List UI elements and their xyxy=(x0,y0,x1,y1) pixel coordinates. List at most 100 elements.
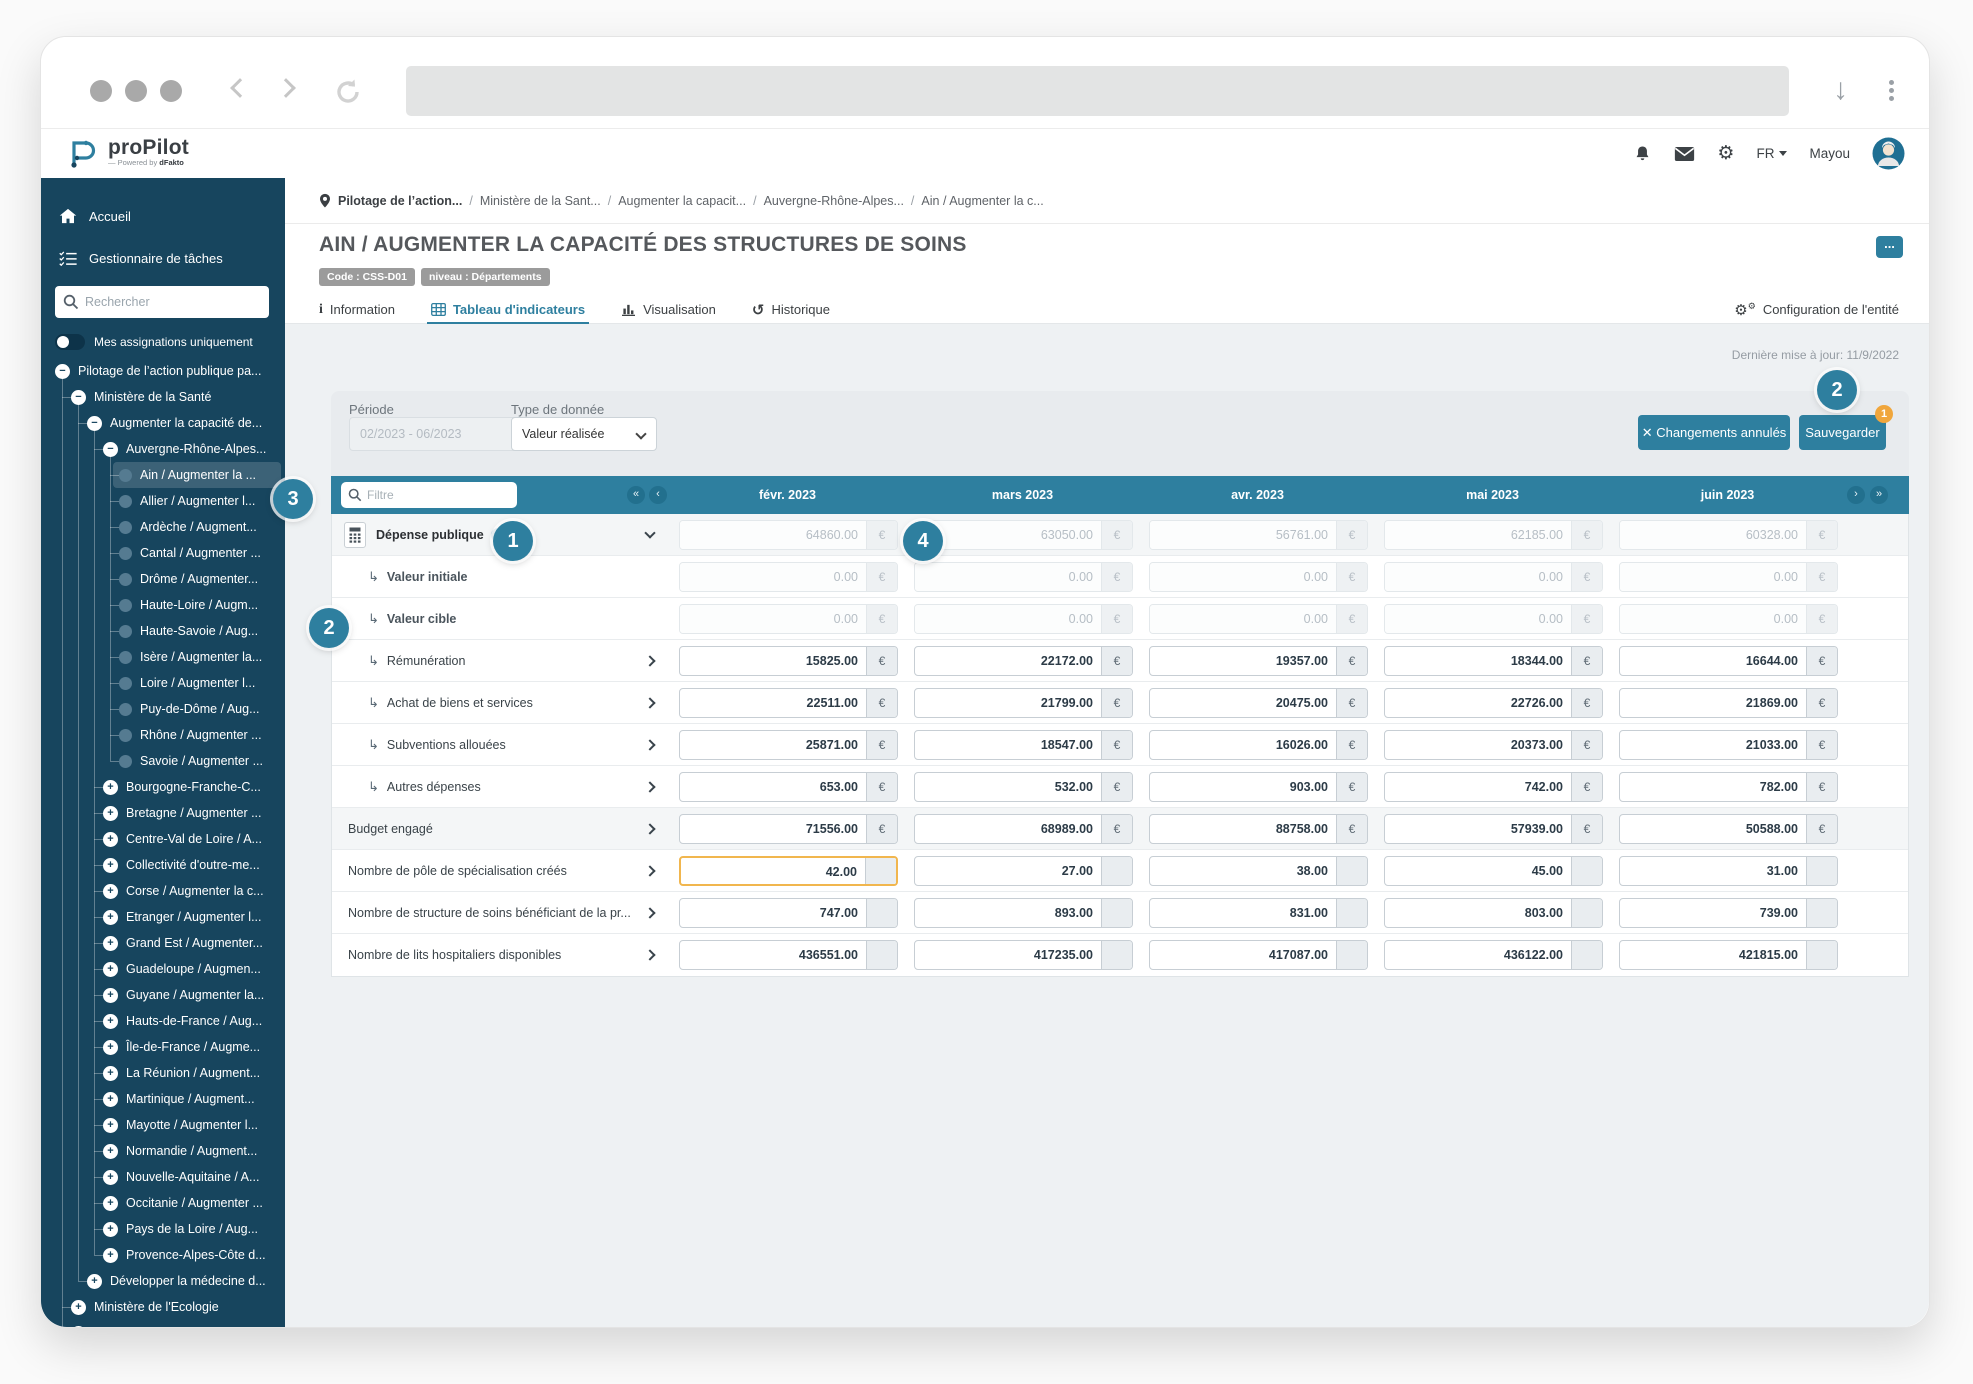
expand-icon[interactable]: + xyxy=(103,1196,118,1211)
value-cell[interactable]: 16026.00 xyxy=(1150,731,1336,759)
tree-leaf-dot-icon[interactable] xyxy=(119,651,132,664)
settings-gear-icon[interactable]: ⚙ xyxy=(1717,144,1734,163)
value-cell[interactable]: 903.00 xyxy=(1150,773,1336,801)
collapse-icon[interactable]: − xyxy=(55,364,70,379)
value-cell[interactable]: 18547.00 xyxy=(915,731,1101,759)
expand-icon[interactable]: + xyxy=(103,988,118,1003)
tree-leaf-dot-icon[interactable] xyxy=(119,573,132,586)
tab-visualisation[interactable]: Visualisation xyxy=(621,295,716,324)
url-bar[interactable] xyxy=(406,66,1789,116)
tree-item[interactable]: +Corse / Augmenter la c... xyxy=(47,878,281,904)
tree-item[interactable]: +Normandie / Augment... xyxy=(47,1138,281,1164)
tree-leaf-dot-icon[interactable] xyxy=(119,729,132,742)
breadcrumb-item[interactable]: Augmenter la capacit... xyxy=(618,194,746,208)
value-cell[interactable]: 42.00 xyxy=(681,858,865,884)
breadcrumb-item[interactable]: Auvergne-Rhône-Alpes... xyxy=(764,194,904,208)
window-close-button[interactable] xyxy=(90,80,112,102)
tree-item[interactable]: Rhône / Augmenter ... xyxy=(47,722,281,748)
value-cell[interactable]: 27.00 xyxy=(915,857,1101,885)
tree-item[interactable]: +Mayotte / Augmenter l... xyxy=(47,1112,281,1138)
tree-item[interactable]: +Bretagne / Augmenter ... xyxy=(47,800,281,826)
expand-icon[interactable]: + xyxy=(87,1274,102,1289)
value-cell[interactable]: 38.00 xyxy=(1150,857,1336,885)
tree-leaf-dot-icon[interactable] xyxy=(119,625,132,638)
value-cell[interactable]: 22511.00 xyxy=(680,689,866,717)
tree-item[interactable]: Ardèche / Augment... xyxy=(47,514,281,540)
tree-item[interactable]: +Centre-Val de Loire / A... xyxy=(47,826,281,852)
tree-item[interactable]: Loire / Augmenter l... xyxy=(47,670,281,696)
tree-item[interactable]: Isère / Augmenter la... xyxy=(47,644,281,670)
download-icon[interactable]: ↓ xyxy=(1833,73,1848,107)
tab-historique[interactable]: ↺Historique xyxy=(752,295,830,324)
tree-item[interactable]: +Île-de-France / Augme... xyxy=(47,1034,281,1060)
sidebar-item-accueil[interactable]: Accueil xyxy=(41,203,285,229)
tree-item[interactable]: −Augmenter la capacité de... xyxy=(47,410,281,436)
tree-item[interactable]: +Ministère de l'Economie et d... xyxy=(47,1320,281,1327)
notifications-bell-icon[interactable] xyxy=(1633,144,1652,164)
expand-icon[interactable]: + xyxy=(103,1170,118,1185)
collapse-icon[interactable]: − xyxy=(103,442,118,457)
value-cell[interactable]: 31.00 xyxy=(1620,857,1806,885)
tree-item[interactable]: +Bourgogne-Franche-C... xyxy=(47,774,281,800)
expand-icon[interactable]: + xyxy=(103,858,118,873)
sidebar-search-input[interactable] xyxy=(85,286,263,318)
value-cell[interactable]: 893.00 xyxy=(915,899,1101,927)
messages-envelope-icon[interactable] xyxy=(1674,146,1695,162)
value-cell[interactable]: 88758.00 xyxy=(1150,815,1336,843)
tree-item[interactable]: +Guyane / Augmenter la... xyxy=(47,982,281,1008)
breadcrumb-item[interactable]: Ministère de la Sant... xyxy=(480,194,601,208)
tree-item[interactable]: Haute-Savoie / Aug... xyxy=(47,618,281,644)
tree-item[interactable]: −Pilotage de l’action publique pa... xyxy=(47,358,281,384)
assignments-toggle[interactable] xyxy=(55,334,85,350)
value-cell[interactable]: 15825.00 xyxy=(680,647,866,675)
value-cell[interactable]: 25871.00 xyxy=(680,731,866,759)
collapse-icon[interactable]: − xyxy=(87,416,102,431)
tab-information[interactable]: iInformation xyxy=(319,295,395,324)
expand-icon[interactable]: + xyxy=(103,910,118,925)
tree-leaf-dot-icon[interactable] xyxy=(119,677,132,690)
tree-item[interactable]: +Provence-Alpes-Côte d... xyxy=(47,1242,281,1268)
next-page-icon[interactable]: › xyxy=(1847,486,1865,504)
expand-icon[interactable]: + xyxy=(103,1222,118,1237)
tree-leaf-dot-icon[interactable] xyxy=(119,495,132,508)
value-cell[interactable]: 21869.00 xyxy=(1620,689,1806,717)
entity-config-button[interactable]: ⚙⚙ Configuration de l'entité xyxy=(1734,295,1899,324)
value-cell[interactable]: 71556.00 xyxy=(680,815,866,843)
value-cell[interactable]: 436551.00 xyxy=(680,941,866,969)
window-minimize-button[interactable] xyxy=(125,80,147,102)
value-cell[interactable]: 20373.00 xyxy=(1385,731,1571,759)
tree-item[interactable]: +Développer la médecine d... xyxy=(47,1268,281,1294)
value-cell[interactable]: 21799.00 xyxy=(915,689,1101,717)
tree-leaf-dot-icon[interactable] xyxy=(119,521,132,534)
tree-leaf-dot-icon[interactable] xyxy=(119,599,132,612)
tree-item[interactable]: −Ministère de la Santé xyxy=(47,384,281,410)
value-cell[interactable]: 742.00 xyxy=(1385,773,1571,801)
expand-icon[interactable]: + xyxy=(103,1118,118,1133)
expand-icon[interactable]: + xyxy=(71,1300,86,1315)
expand-icon[interactable]: + xyxy=(103,1014,118,1029)
value-cell[interactable]: 653.00 xyxy=(680,773,866,801)
value-cell[interactable]: 16644.00 xyxy=(1620,647,1806,675)
window-zoom-button[interactable] xyxy=(160,80,182,102)
value-cell[interactable]: 803.00 xyxy=(1385,899,1571,927)
table-filter-input[interactable] xyxy=(367,482,513,508)
expand-icon[interactable]: + xyxy=(103,1066,118,1081)
value-cell[interactable]: 782.00 xyxy=(1620,773,1806,801)
value-cell[interactable]: 18344.00 xyxy=(1385,647,1571,675)
tree-item[interactable]: +Martinique / Augment... xyxy=(47,1086,281,1112)
expand-icon[interactable]: + xyxy=(103,1144,118,1159)
tree-leaf-dot-icon[interactable] xyxy=(119,469,132,482)
value-cell[interactable]: 436122.00 xyxy=(1385,941,1571,969)
expand-icon[interactable]: + xyxy=(103,806,118,821)
expand-icon[interactable]: + xyxy=(103,780,118,795)
last-page-icon[interactable]: » xyxy=(1870,486,1888,504)
tree-item[interactable]: +Nouvelle-Aquitaine / A... xyxy=(47,1164,281,1190)
expand-icon[interactable]: + xyxy=(103,884,118,899)
type-donnee-select[interactable]: Valeur réalisée xyxy=(511,417,657,451)
tree-item[interactable]: +Collectivité d'outre-me... xyxy=(47,852,281,878)
tree-item[interactable]: +Ministère de l'Ecologie xyxy=(47,1294,281,1320)
value-cell[interactable]: 532.00 xyxy=(915,773,1101,801)
value-cell[interactable]: 747.00 xyxy=(680,899,866,927)
tab-tableau-d-indicateurs[interactable]: Tableau d'indicateurs xyxy=(431,295,585,324)
tree-item[interactable]: +Pays de la Loire / Aug... xyxy=(47,1216,281,1242)
